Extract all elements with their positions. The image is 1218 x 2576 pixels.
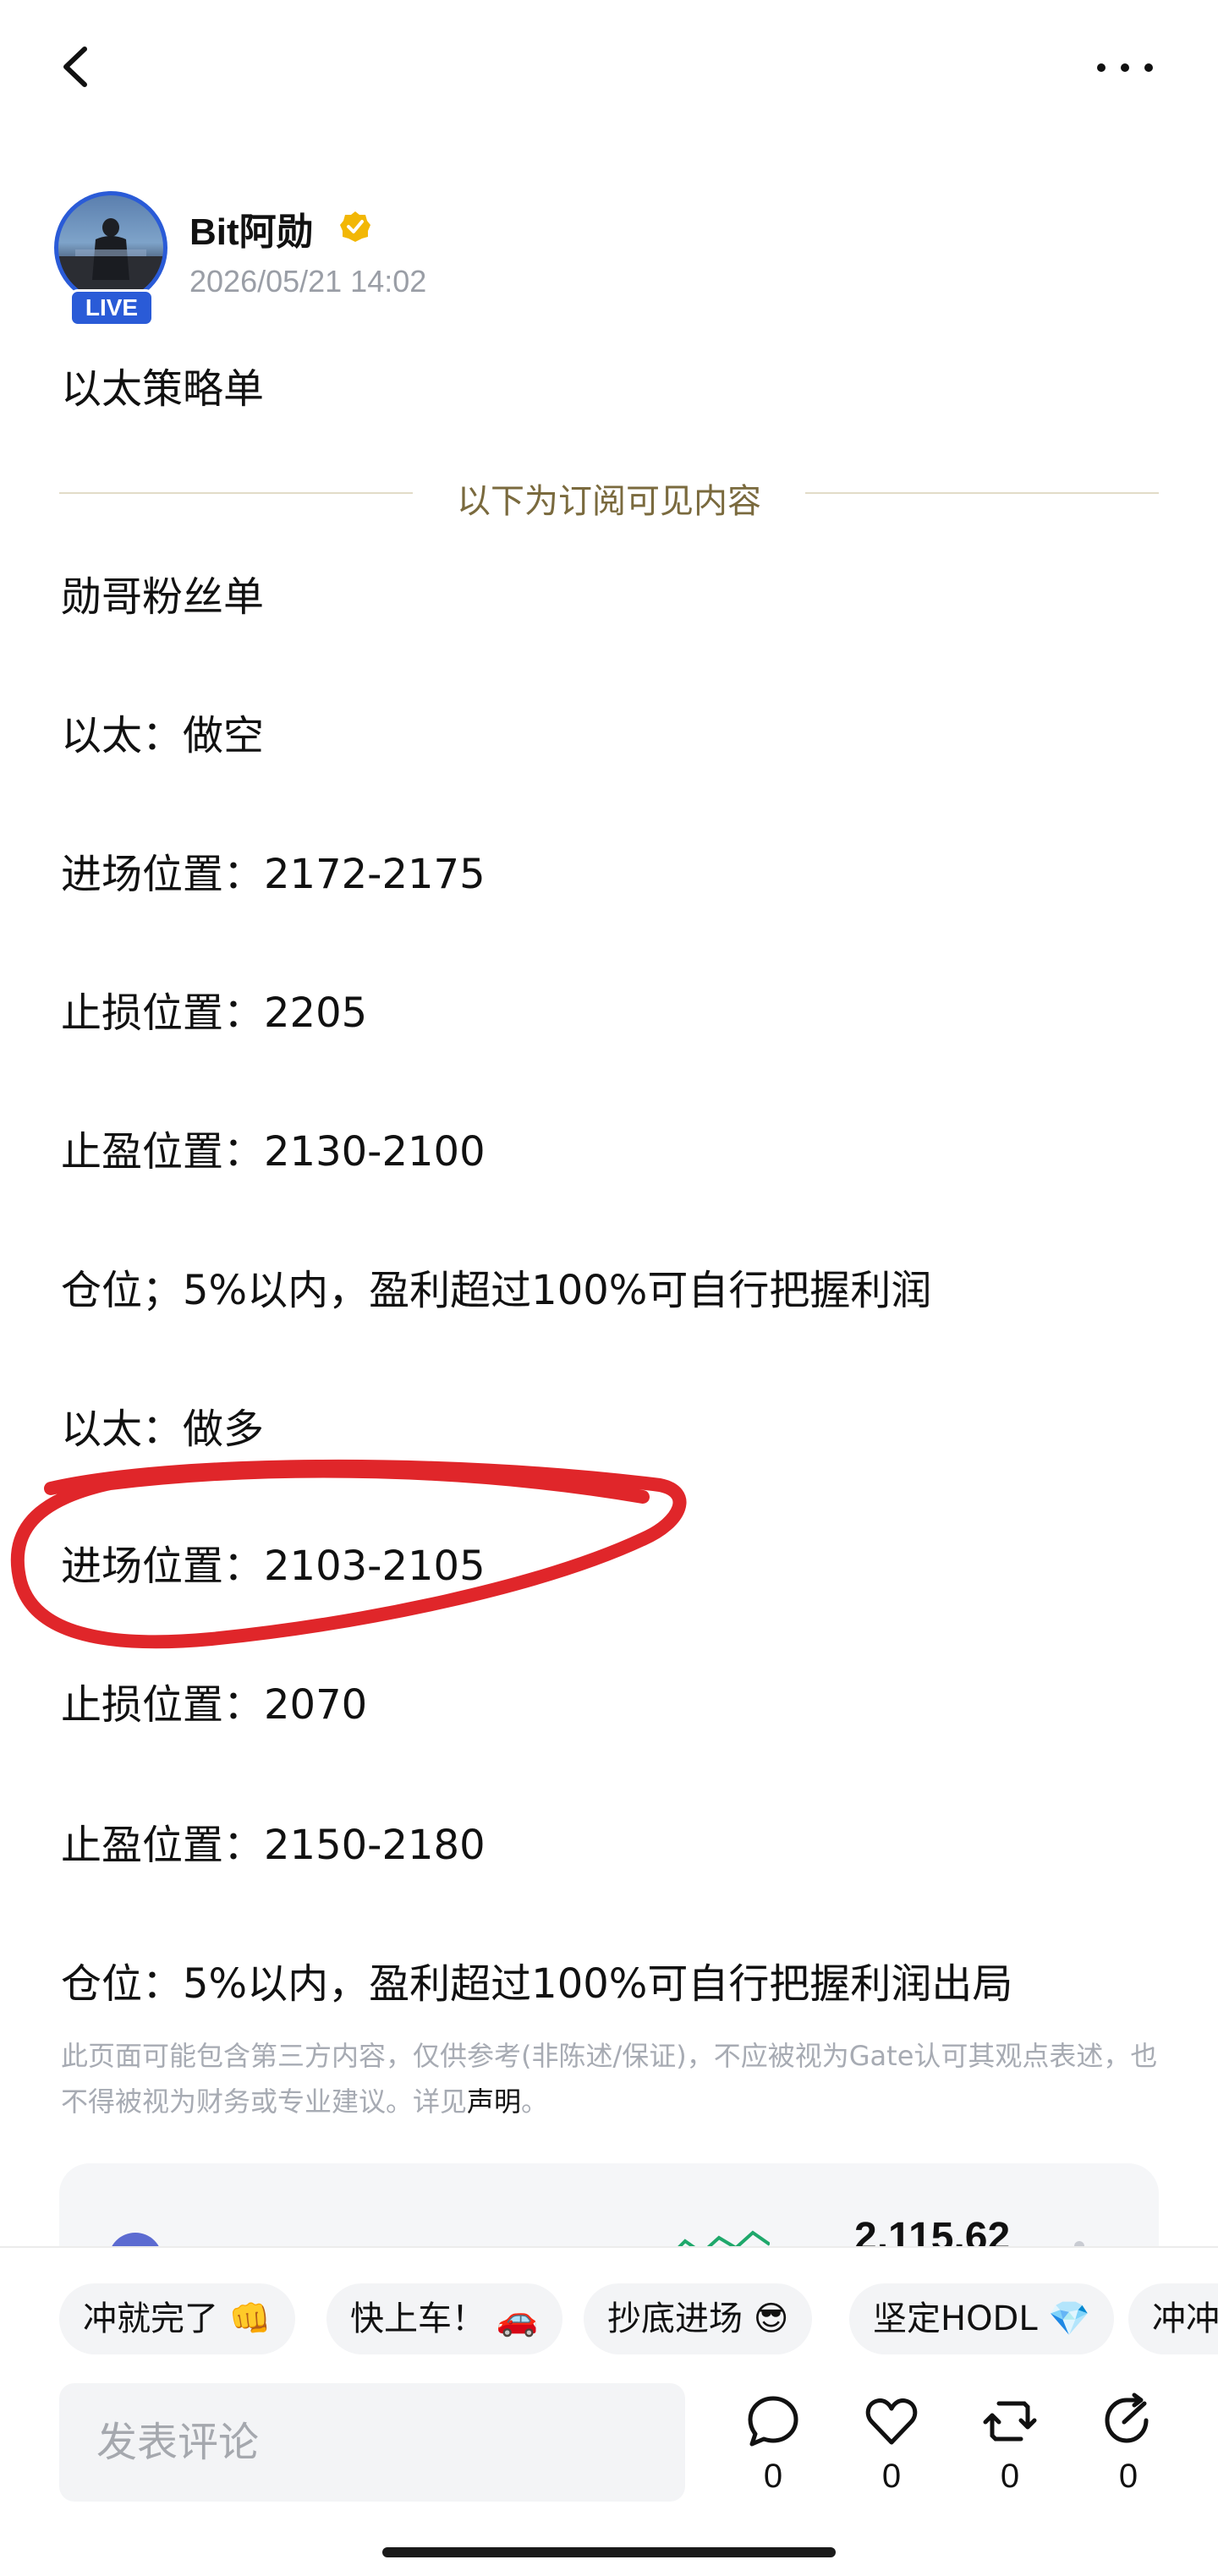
like-count: 0 <box>881 2458 902 2495</box>
reaction-chip[interactable]: 快上车！ 🚗 <box>326 2283 562 2354</box>
comment-count: 0 <box>763 2458 783 2495</box>
reaction-label: 坚定HODL <box>873 2299 1038 2338</box>
disclaimer-link[interactable]: 声明 <box>467 2085 521 2118</box>
disclaimer-body: 此页面可能包含第三方内容，仅供参考(非陈述/保证)，不应被视为Gate认可其观点… <box>61 2040 1158 2118</box>
home-indicator <box>382 2547 836 2557</box>
repost-button[interactable]: 0 <box>968 2392 1052 2502</box>
reaction-chip[interactable]: 坚定HODL 💎 <box>849 2283 1115 2354</box>
share-icon <box>1105 2392 1149 2443</box>
diamond-emoji-icon: 💎 <box>1048 2299 1091 2338</box>
content-line: 止损位置：2070 <box>61 1681 368 1729</box>
like-button[interactable]: 0 <box>849 2392 934 2502</box>
content-line: 勋哥粉丝单 <box>61 573 265 621</box>
repost-count: 0 <box>1000 2458 1020 2495</box>
author-avatar[interactable]: LIVE <box>51 191 178 326</box>
disclaimer-text: 此页面可能包含第三方内容，仅供参考(非陈述/保证)，不应被视为Gate认可其观点… <box>61 2033 1160 2124</box>
comment-input[interactable] <box>59 2383 685 2502</box>
reaction-label: 冲就完了 <box>83 2299 218 2338</box>
content-line: 以太：做多 <box>61 1406 265 1453</box>
live-badge: LIVE <box>69 289 154 326</box>
sunglasses-emoji-icon: 😎 <box>753 2299 789 2338</box>
content-line: 止盈位置：2130-2100 <box>61 1128 486 1176</box>
reaction-chip[interactable]: 冲就完了 👊 <box>59 2283 295 2354</box>
back-button[interactable] <box>51 37 102 96</box>
content-line: 止盈位置：2150-2180 <box>61 1822 486 1869</box>
car-emoji-icon: 🚗 <box>496 2299 539 2338</box>
comment-button[interactable]: 0 <box>731 2392 815 2502</box>
avatar-image <box>54 191 167 304</box>
content-line: 止损位置：2205 <box>61 989 368 1037</box>
reaction-label: 快上车！ <box>350 2299 486 2338</box>
content-line: 仓位；5%以内，盈利超过100%可自行把握利润 <box>61 1267 932 1314</box>
repost-icon <box>983 2401 1037 2442</box>
reaction-label: 冲冲 <box>1152 2299 1218 2338</box>
content-line: 进场位置：2172-2175 <box>61 851 486 898</box>
post-time: 2026/05/21 14:02 <box>189 264 427 299</box>
reaction-chip[interactable]: 冲冲 <box>1128 2283 1218 2354</box>
fist-emoji-icon: 👊 <box>228 2299 272 2338</box>
more-horizontal-icon <box>1097 63 1153 72</box>
share-button[interactable]: 0 <box>1086 2392 1171 2502</box>
post-title: 以太策略单 <box>61 365 265 413</box>
chevron-left-icon <box>63 47 87 87</box>
subscriber-divider-label: 以下为订阅可见内容 <box>457 482 761 521</box>
heart-icon <box>865 2398 918 2445</box>
more-button[interactable] <box>1091 42 1159 93</box>
content-line: 以太：做空 <box>61 712 265 759</box>
verified-badge-icon <box>338 210 372 244</box>
reaction-label: 抄底进场 <box>607 2299 743 2338</box>
reaction-chip[interactable]: 抄底进场 😎 <box>584 2283 813 2354</box>
disclaimer-end: 。 <box>521 2085 549 2118</box>
avatar-figure <box>58 218 163 300</box>
comment-icon <box>748 2396 798 2447</box>
author-name[interactable]: Bit阿勋 <box>189 201 314 255</box>
divider-line-right <box>805 492 1159 494</box>
content-line: 进场位置：2103-2105 <box>61 1543 486 1590</box>
share-count: 0 <box>1118 2458 1138 2495</box>
content-line: 仓位：5%以内，盈利超过100%可自行把握利润出局 <box>61 1960 1013 2008</box>
